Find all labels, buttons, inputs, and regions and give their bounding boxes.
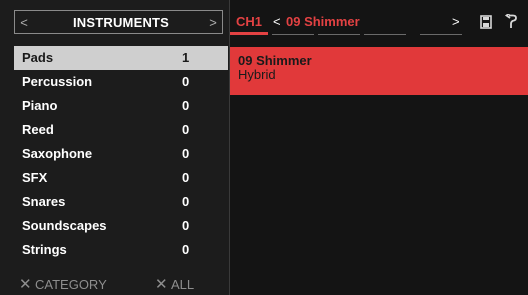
- category-item-snares[interactable]: Snares 0: [14, 190, 228, 214]
- save-icon[interactable]: [480, 15, 492, 29]
- category-item-sfx[interactable]: SFX 0: [14, 166, 228, 190]
- preset-next-button[interactable]: >: [452, 14, 460, 30]
- clear-category-button[interactable]: ✕ CATEGORY: [19, 277, 107, 293]
- channel-underline: [230, 32, 268, 35]
- preset-type: Hybrid: [238, 67, 276, 82]
- tab-segment: [272, 34, 314, 35]
- category-header: < INSTRUMENTS >: [0, 10, 229, 36]
- category-item-reed[interactable]: Reed 0: [14, 118, 228, 142]
- current-preset-title: 09 Shimmer: [286, 14, 360, 29]
- clear-category-label: CATEGORY: [35, 277, 107, 292]
- category-count: 0: [182, 170, 190, 185]
- clear-all-button[interactable]: ✕ ALL: [155, 277, 194, 293]
- category-name: Pads: [22, 50, 54, 65]
- category-name: SFX: [22, 170, 48, 185]
- close-icon: ✕: [155, 276, 168, 293]
- preset-name: 09 Shimmer: [238, 53, 312, 68]
- category-panel: < INSTRUMENTS > Pads 1 Percussion 0 Pian…: [0, 0, 229, 295]
- category-count: 0: [182, 218, 190, 233]
- tab-segment: [318, 34, 360, 35]
- category-name: Percussion: [22, 74, 93, 89]
- category-item-soundscapes[interactable]: Soundscapes 0: [14, 214, 228, 238]
- category-count: 0: [182, 98, 190, 113]
- category-next-button[interactable]: >: [206, 15, 220, 31]
- category-count: 0: [182, 194, 190, 209]
- instrument-browser-screen: < INSTRUMENTS > Pads 1 Percussion 0 Pian…: [0, 0, 528, 295]
- category-count: 1: [182, 50, 190, 65]
- category-item-percussion[interactable]: Percussion 0: [14, 70, 228, 94]
- tab-segment: [420, 34, 462, 35]
- category-item-pads[interactable]: Pads 1: [14, 46, 228, 70]
- category-name: Snares: [22, 194, 66, 209]
- tab-segment: [364, 34, 406, 35]
- category-item-piano[interactable]: Piano 0: [14, 94, 228, 118]
- category-name: Soundscapes: [22, 218, 107, 233]
- category-name: Reed: [22, 122, 54, 137]
- category-item-strings[interactable]: Strings 0: [14, 238, 228, 262]
- preset-list: 09 Shimmer Hybrid: [230, 47, 528, 95]
- category-footer: ✕ CATEGORY ✕ ALL: [14, 274, 228, 295]
- category-count: 0: [182, 242, 190, 257]
- undo-icon[interactable]: [504, 14, 518, 30]
- category-list: Pads 1 Percussion 0 Piano 0 Reed 0 Saxop…: [14, 46, 228, 262]
- channel-label[interactable]: CH1: [236, 14, 262, 30]
- category-count: 0: [182, 146, 190, 161]
- preset-header: CH1 < 09 Shimmer >: [230, 10, 528, 38]
- category-name: Piano: [22, 98, 58, 113]
- category-item-saxophone[interactable]: Saxophone 0: [14, 142, 228, 166]
- category-count: 0: [182, 74, 190, 89]
- preset-panel: CH1 < 09 Shimmer > 09 Shimmer Hybrid: [230, 0, 528, 295]
- category-count: 0: [182, 122, 190, 137]
- category-type-title: INSTRUMENTS: [72, 15, 170, 30]
- clear-all-label: ALL: [171, 277, 195, 292]
- preset-prev-button[interactable]: <: [273, 14, 281, 30]
- preset-item[interactable]: 09 Shimmer Hybrid: [230, 47, 528, 95]
- category-name: Strings: [22, 242, 67, 257]
- category-name: Saxophone: [22, 146, 93, 161]
- category-header-frame: < INSTRUMENTS >: [14, 10, 223, 34]
- category-prev-button[interactable]: <: [17, 15, 31, 31]
- close-icon: ✕: [19, 276, 32, 293]
